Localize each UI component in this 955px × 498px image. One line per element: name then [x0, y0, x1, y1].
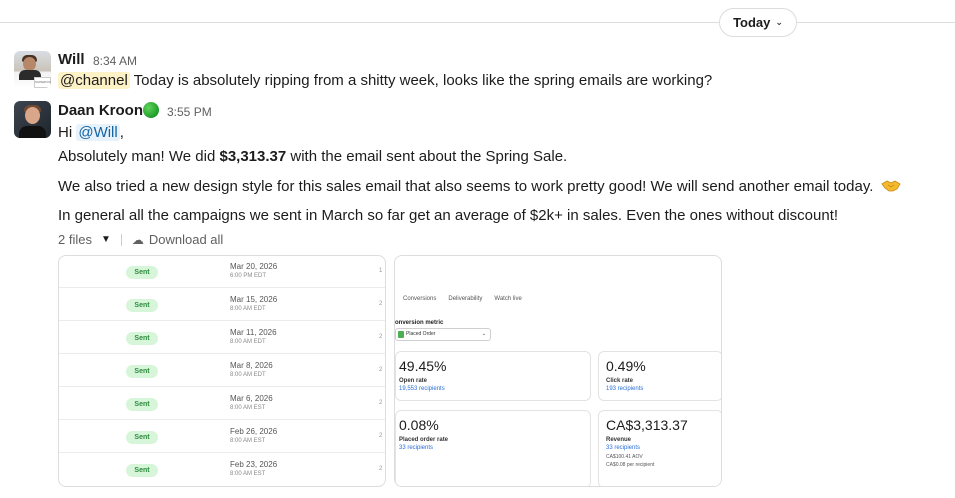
send-date: Feb 26, 2026 — [230, 427, 278, 436]
send-time: 8:00 AM EST — [230, 405, 266, 411]
conversion-metric-label: onversion metric — [395, 320, 444, 326]
metric-revenue: CA$3,313.37 Revenue 33 recipients CA$100… — [598, 410, 721, 486]
cut-off-value: 2 — [379, 334, 383, 340]
status-badge: Sent — [126, 365, 158, 378]
revenue-aov: CA$100.41 AOV — [606, 454, 643, 460]
user-mention[interactable]: @Will — [76, 124, 120, 141]
cut-off-value: 2 — [379, 301, 383, 307]
tab-conversions: Conversions — [403, 296, 437, 302]
date-divider — [0, 22, 955, 23]
metric-click-rate: 0.49% Click rate 193 recipients — [598, 351, 721, 401]
table-row: Sent Mar 8, 2026 8:00 AM EDT 2 — [59, 355, 385, 387]
message-body: Today is absolutely ripping from a shitt… — [129, 72, 713, 89]
send-date: Mar 6, 2026 — [230, 394, 273, 403]
attachment-image-campaign-metrics[interactable]: Conversions Deliverability Watch live on… — [394, 255, 722, 487]
status-badge: Sent — [126, 299, 158, 312]
status-badge: Sent — [126, 431, 158, 444]
metrics-tabs: Conversions Deliverability Watch live — [403, 296, 522, 302]
chevron-down-icon: ⌄ — [775, 17, 783, 27]
send-time: 8:00 AM EDT — [230, 306, 266, 312]
send-date: Mar 20, 2026 — [230, 262, 278, 271]
caret-down-icon[interactable]: ▼ — [101, 234, 111, 245]
send-date: Mar 8, 2026 — [230, 361, 273, 370]
status-badge: Sent — [126, 266, 158, 279]
metric-placed-order-rate: 0.08% Placed order rate 33 recipients — [395, 410, 591, 486]
table-row: Sent Feb 26, 2026 8:00 AM EST 2 — [59, 421, 385, 453]
chevron-down-icon: ⌄ — [481, 331, 486, 337]
date-label: Today — [733, 15, 771, 30]
cut-off-value: 1 — [379, 268, 383, 274]
author-name[interactable]: Will — [58, 51, 85, 68]
conversion-metric-select: Placed Order ⌄ — [395, 328, 491, 341]
attachments-toolbar: 2 files ▼ ☁ Download all — [58, 232, 223, 247]
message-line: We also tried a new design style for thi… — [58, 178, 901, 195]
send-date: Mar 11, 2026 — [230, 328, 277, 337]
send-time: 8:00 AM EDT — [230, 372, 266, 378]
cut-off-value: 2 — [379, 466, 383, 472]
status-badge: Sent — [126, 464, 158, 477]
status-badge: Sent — [126, 398, 158, 411]
send-time: 6:00 PM EDT — [230, 273, 267, 279]
send-time: 8:00 AM EST — [230, 471, 266, 477]
cut-off-value: 2 — [379, 433, 383, 439]
tab-watch-live: Watch live — [494, 296, 522, 302]
revenue-amount: $3,313.37 — [219, 148, 287, 165]
revenue-per-recipient: CA$0.08 per recipient — [606, 462, 655, 468]
files-count-toggle[interactable]: 2 files — [58, 232, 92, 247]
table-row: Sent Mar 20, 2026 6:00 PM EDT 1 — [59, 256, 385, 288]
handshake-icon — [880, 180, 901, 192]
send-date: Mar 15, 2026 — [230, 295, 278, 304]
send-time: 8:00 AM EDT — [230, 339, 266, 345]
attachment-image-email-list[interactable]: Sent Mar 20, 2026 6:00 PM EDT 1 Sent Mar… — [58, 255, 386, 487]
online-status-icon — [143, 102, 159, 118]
message-greeting: Hi @Will, — [58, 124, 124, 141]
author-name[interactable]: Daan Kroon — [58, 102, 143, 119]
date-jump-button[interactable]: Today ⌄ — [719, 8, 797, 37]
message-line: Absolutely man! We did $3,313.37 with th… — [58, 148, 568, 165]
download-icon[interactable]: ☁ — [132, 233, 144, 247]
avatar-will[interactable]: SUPERFOOD — [14, 51, 51, 88]
status-badge: Sent — [126, 332, 158, 345]
table-row: Sent Feb 23, 2026 8:00 AM EST 2 — [59, 454, 385, 486]
message-timestamp[interactable]: 8:34 AM — [93, 54, 137, 68]
metric-open-rate: 49.45% Open rate 19,553 recipients — [395, 351, 591, 401]
cut-off-value: 2 — [379, 367, 383, 373]
avatar-daan-kroon[interactable] — [14, 101, 51, 138]
shopify-icon — [398, 331, 404, 338]
divider — [120, 233, 122, 246]
message-timestamp[interactable]: 3:55 PM — [167, 105, 212, 119]
table-row: Sent Mar 15, 2026 8:00 AM EDT 2 — [59, 289, 385, 321]
message-line: In general all the campaigns we sent in … — [58, 207, 839, 224]
cut-off-value: 2 — [379, 400, 383, 406]
download-all-button[interactable]: Download all — [149, 232, 223, 247]
channel-mention[interactable]: @channel — [58, 72, 130, 89]
message-text: @channel Today is absolutely ripping fro… — [58, 72, 712, 89]
send-date: Feb 23, 2026 — [230, 460, 278, 469]
table-row: Sent Mar 6, 2026 8:00 AM EST 2 — [59, 388, 385, 420]
send-time: 8:00 AM EST — [230, 438, 266, 444]
table-row: Sent Mar 11, 2026 8:00 AM EDT 2 — [59, 322, 385, 354]
tab-deliverability: Deliverability — [448, 296, 483, 302]
